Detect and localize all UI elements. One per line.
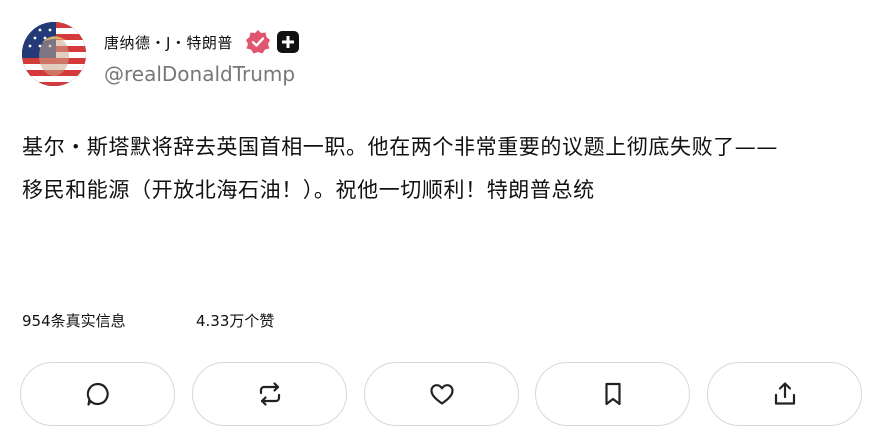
share-button[interactable] bbox=[707, 362, 862, 426]
post-text-line-1: 基尔・斯塔默将辞去英国首相一职。他在两个非常重要的议题上彻底失败了—— bbox=[22, 135, 778, 159]
retruth-button[interactable] bbox=[192, 362, 347, 426]
verified-badge-icon bbox=[245, 29, 271, 55]
bookmark-button[interactable] bbox=[535, 362, 690, 426]
heart-icon bbox=[429, 384, 454, 405]
comment-icon bbox=[86, 382, 109, 406]
share-icon bbox=[774, 382, 795, 405]
retruth-count[interactable]: 954条真实信息 bbox=[22, 310, 126, 331]
like-button[interactable] bbox=[364, 362, 519, 426]
post-text-line-2: 移民和能源（开放北海石油！）。祝他一切顺利！特朗普总统 bbox=[22, 178, 595, 202]
name-row: 唐纳德・J・特朗普 bbox=[104, 28, 299, 56]
post-header: 唐纳德・J・特朗普 @realDonaldTrump bbox=[22, 22, 862, 88]
post-body: 基尔・斯塔默将辞去英国首相一职。他在两个非常重要的议题上彻底失败了—— 移民和能… bbox=[22, 126, 862, 212]
like-count[interactable]: 4.33万个赞 bbox=[196, 310, 274, 331]
plus-badge-icon bbox=[276, 31, 299, 53]
display-name[interactable]: 唐纳德・J・特朗普 bbox=[104, 32, 233, 53]
bookmark-icon bbox=[604, 382, 621, 406]
avatar[interactable] bbox=[22, 22, 86, 86]
repost-icon bbox=[259, 382, 280, 406]
action-bar bbox=[20, 362, 864, 428]
reply-button[interactable] bbox=[20, 362, 175, 426]
user-handle[interactable]: @realDonaldTrump bbox=[104, 62, 295, 86]
